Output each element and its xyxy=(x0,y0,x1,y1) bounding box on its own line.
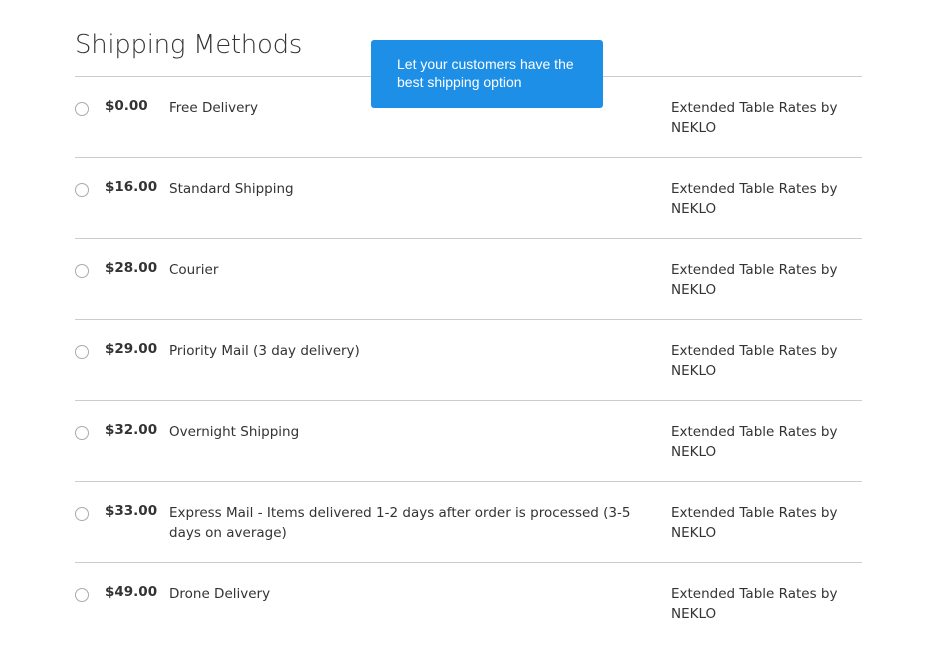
shipping-price: $49.00 xyxy=(105,584,158,600)
shipping-method-row[interactable]: $33.00 Express Mail - Items delivered 1-… xyxy=(75,482,862,563)
shipping-method-name: Overnight Shipping xyxy=(169,424,300,440)
shipping-price: $16.00 xyxy=(105,179,158,195)
shipping-method-radio[interactable] xyxy=(75,183,89,197)
shipping-carrier: Extended Table Rates by NEKLO xyxy=(671,586,838,622)
shipping-method-row[interactable]: $32.00 Overnight Shipping Extended Table… xyxy=(75,401,862,482)
shipping-method-name: Drone Delivery xyxy=(169,586,271,602)
shipping-method-row[interactable]: $16.00 Standard Shipping Extended Table … xyxy=(75,158,862,239)
shipping-price: $33.00 xyxy=(105,503,158,519)
promo-tooltip: Let your customers have the best shippin… xyxy=(371,40,603,108)
shipping-carrier: Extended Table Rates by NEKLO xyxy=(671,424,838,460)
shipping-method-row[interactable]: $49.00 Drone Delivery Extended Table Rat… xyxy=(75,563,862,643)
page-title: Shipping Methods xyxy=(75,30,303,60)
shipping-method-radio[interactable] xyxy=(75,264,89,278)
shipping-price: $29.00 xyxy=(105,341,158,357)
shipping-carrier: Extended Table Rates by NEKLO xyxy=(671,181,838,217)
shipping-carrier: Extended Table Rates by NEKLO xyxy=(671,262,838,298)
shipping-method-radio[interactable] xyxy=(75,426,89,440)
shipping-price: $0.00 xyxy=(105,98,148,114)
shipping-method-radio[interactable] xyxy=(75,588,89,602)
shipping-method-row[interactable]: $29.00 Priority Mail (3 day delivery) Ex… xyxy=(75,320,862,401)
shipping-price: $32.00 xyxy=(105,422,158,438)
shipping-method-name: Standard Shipping xyxy=(169,181,294,197)
shipping-method-name: Priority Mail (3 day delivery) xyxy=(169,343,360,359)
shipping-carrier: Extended Table Rates by NEKLO xyxy=(671,343,838,379)
shipping-price: $28.00 xyxy=(105,260,158,276)
shipping-carrier: Extended Table Rates by NEKLO xyxy=(671,100,838,136)
shipping-method-name: Express Mail - Items delivered 1-2 days … xyxy=(169,505,631,541)
shipping-method-name: Courier xyxy=(169,262,219,278)
shipping-carrier: Extended Table Rates by NEKLO xyxy=(671,505,838,541)
shipping-method-radio[interactable] xyxy=(75,345,89,359)
shipping-methods-table: $0.00 Free Delivery Extended Table Rates… xyxy=(75,76,862,643)
shipping-method-radio[interactable] xyxy=(75,507,89,521)
shipping-method-row[interactable]: $28.00 Courier Extended Table Rates by N… xyxy=(75,239,862,320)
shipping-method-radio[interactable] xyxy=(75,102,89,116)
